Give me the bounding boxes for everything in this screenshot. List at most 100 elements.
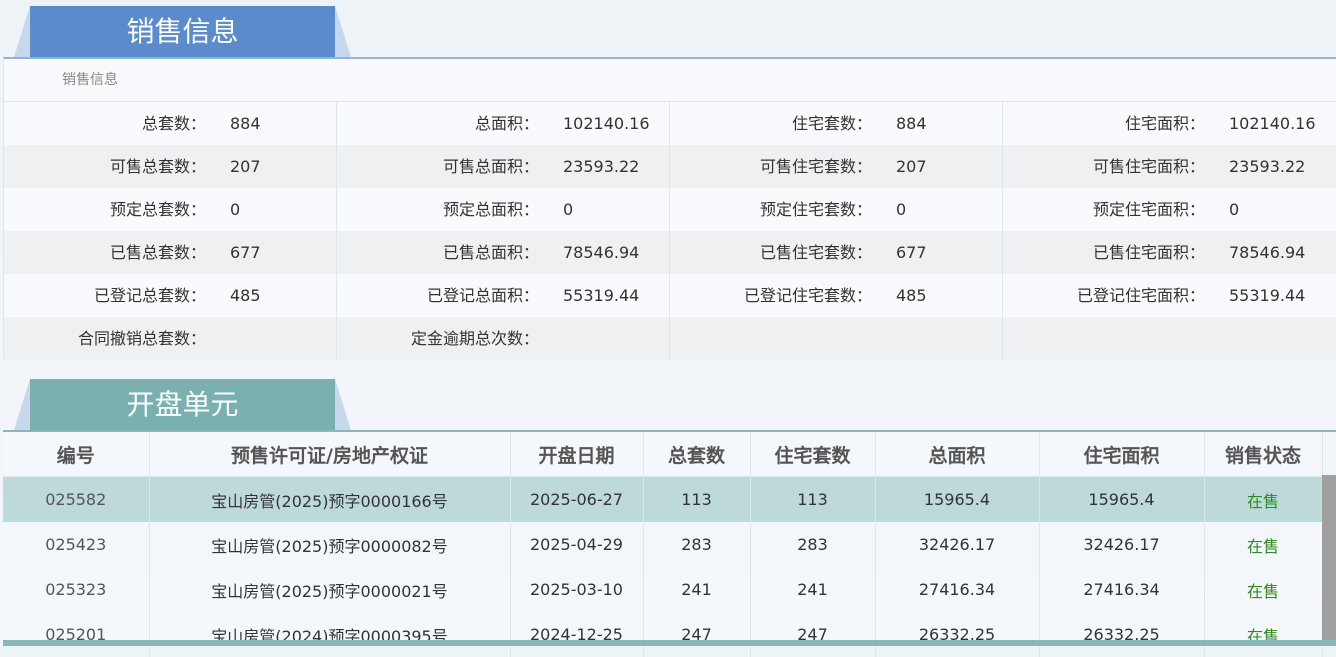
table-row[interactable]: 025582 宝山房管(2025)预字0000166号 2025-06-27 113 1… — [3, 476, 1323, 522]
sales-row: 总套数： 884 总面积： 102140.16 住宅套数： 884 住宅面积： 102140.… — [4, 102, 1336, 145]
sales-cell: 定金逾期总次数： — [337, 317, 670, 360]
field-value: 0 — [230, 200, 241, 219]
status-cell: 在售 — [1204, 476, 1323, 522]
sales-row: 预定总套数： 0 预定总面积： 0 预定住宅套数： 0 预定住宅面积： 0 — [4, 188, 1336, 231]
sales-cell: 预定住宅面积： 0 — [1003, 188, 1336, 231]
status-cell: 在售 — [1204, 612, 1323, 657]
field-value — [214, 317, 230, 360]
field-value — [547, 317, 563, 360]
sales-row: 合同撤销总套数： 定金逾期总次数： — [4, 317, 1336, 360]
tab-label: 销售信息 — [126, 15, 239, 48]
column-header[interactable]: 销售状态 — [1204, 432, 1323, 477]
field-label: 已售住宅套数： — [759, 243, 872, 262]
sales-cell: 可售总套数： 207 — [4, 145, 337, 188]
sales-cell — [1003, 317, 1336, 360]
tab-wing — [14, 6, 30, 57]
sales-cell: 可售住宅面积： 23593.22 — [1003, 145, 1336, 188]
field-value: 677 — [896, 243, 927, 262]
field-value: 55319.44 — [1229, 286, 1306, 305]
sales-cell: 已售住宅面积： 78546.94 — [1003, 231, 1336, 274]
tab-sales-info[interactable]: 销售信息 — [14, 6, 351, 57]
field-value: 485 — [230, 286, 261, 305]
field-label: 住宅面积： — [1124, 114, 1205, 133]
field-label: 已售总套数： — [109, 243, 206, 262]
sales-cell: 已售总面积： 78546.94 — [337, 231, 670, 274]
sales-cell: 预定住宅套数： 0 — [670, 188, 1003, 231]
sales-cell: 住宅面积： 102140.16 — [1003, 102, 1336, 145]
sales-cell: 合同撤销总套数： — [4, 317, 337, 360]
field-label: 已登记住宅面积： — [1076, 286, 1205, 305]
table-cell: 025201 — [3, 612, 150, 657]
sales-cell: 总面积： 102140.16 — [337, 102, 670, 145]
column-header[interactable]: 预售许可证/房地产权证 — [149, 432, 511, 477]
column-header[interactable]: 总面积 — [875, 432, 1040, 477]
field-label: 可售住宅面积： — [1092, 157, 1205, 176]
sales-cell: 已登记总面积： 55319.44 — [337, 274, 670, 317]
tab-open-units[interactable]: 开盘单元 — [14, 379, 351, 430]
table-cell: 2025-03-10 — [510, 567, 644, 612]
field-label: 总套数： — [141, 114, 206, 133]
field-value: 78546.94 — [1229, 243, 1306, 262]
table-cell: 27416.34 — [875, 567, 1040, 612]
panel-subtitle: 销售信息 — [4, 59, 1336, 102]
scrollbar[interactable] — [1322, 475, 1336, 640]
sales-cell: 总套数： 884 — [4, 102, 337, 145]
table-cell: 宝山房管(2025)预字0000021号 — [149, 567, 511, 612]
sales-cell: 可售总面积： 23593.22 — [337, 145, 670, 188]
table-cell: 2025-06-27 — [510, 476, 644, 522]
units-table: 编号 预售许可证/房地产权证 开盘日期 总套数 住宅套数 总面积 住宅面积 销售状态 0255… — [3, 430, 1336, 657]
table-cell: 26332.25 — [875, 612, 1040, 657]
field-label: 住宅套数： — [791, 114, 872, 133]
field-value: 207 — [230, 157, 261, 176]
field-label: 可售住宅套数： — [759, 157, 872, 176]
field-label — [1003, 317, 1213, 360]
sales-row: 已售总套数： 677 已售总面积： 78546.94 已售住宅套数： 677 已售住宅面积：… — [4, 231, 1336, 274]
table-row[interactable]: 025201 宝山房管(2024)预字0000395号 2024-12-25 247 2… — [3, 612, 1323, 657]
sales-cell: 可售住宅套数： 207 — [670, 145, 1003, 188]
column-header[interactable]: 总套数 — [643, 432, 751, 477]
table-cell: 241 — [750, 567, 876, 612]
table-cell: 32426.17 — [875, 522, 1040, 567]
field-label: 可售总套数： — [109, 157, 206, 176]
column-header[interactable]: 住宅面积 — [1039, 432, 1205, 477]
field-value: 102140.16 — [1229, 114, 1316, 133]
table-cell: 283 — [750, 522, 876, 567]
sales-cell: 已登记总套数： 485 — [4, 274, 337, 317]
sales-row: 可售总套数： 207 可售总面积： 23593.22 可售住宅套数： 207 可售住宅面积：… — [4, 145, 1336, 188]
table-bottom-border — [3, 640, 1336, 646]
column-header[interactable]: 开盘日期 — [510, 432, 644, 477]
table-cell: 2024-12-25 — [510, 612, 644, 657]
tab-wing — [335, 379, 351, 430]
field-label: 已售总面积： — [442, 243, 539, 262]
field-label: 合同撤销总套数： — [77, 329, 206, 348]
field-label: 总面积： — [474, 114, 539, 133]
field-value: 207 — [896, 157, 927, 176]
field-label: 已登记住宅套数： — [743, 286, 872, 305]
field-label: 已登记总面积： — [426, 286, 539, 305]
tab-wing — [335, 6, 351, 57]
field-label — [670, 317, 880, 360]
sales-info-panel: 销售信息 总套数： 884 总面积： 102140.16 住宅套数： 884 住宅面积： 10… — [3, 57, 1336, 360]
sales-cell: 预定总套数： 0 — [4, 188, 337, 231]
field-label: 预定住宅面积： — [1092, 200, 1205, 219]
table-row[interactable]: 025323 宝山房管(2025)预字0000021号 2025-03-10 241 2… — [3, 567, 1323, 612]
field-value — [1213, 317, 1229, 360]
field-value: 55319.44 — [563, 286, 640, 305]
field-label: 定金逾期总次数： — [410, 329, 539, 348]
table-cell: 247 — [750, 612, 876, 657]
status-cell: 在售 — [1204, 522, 1323, 567]
field-value: 78546.94 — [563, 243, 640, 262]
sales-cell: 住宅套数： 884 — [670, 102, 1003, 145]
column-header[interactable]: 编号 — [3, 432, 150, 477]
column-header[interactable]: 住宅套数 — [750, 432, 876, 477]
field-value: 102140.16 — [563, 114, 650, 133]
table-row[interactable]: 025423 宝山房管(2025)预字0000082号 2025-04-29 283 2… — [3, 522, 1323, 567]
table-cell: 025323 — [3, 567, 150, 612]
table-header: 编号 预售许可证/房地产权证 开盘日期 总套数 住宅套数 总面积 住宅面积 销售状态 — [3, 432, 1323, 477]
table-cell: 15965.4 — [1039, 476, 1205, 522]
table-cell: 2025-04-29 — [510, 522, 644, 567]
field-label: 预定总面积： — [442, 200, 539, 219]
tab-wing — [14, 379, 30, 430]
field-value: 23593.22 — [1229, 157, 1306, 176]
table-cell: 247 — [643, 612, 751, 657]
